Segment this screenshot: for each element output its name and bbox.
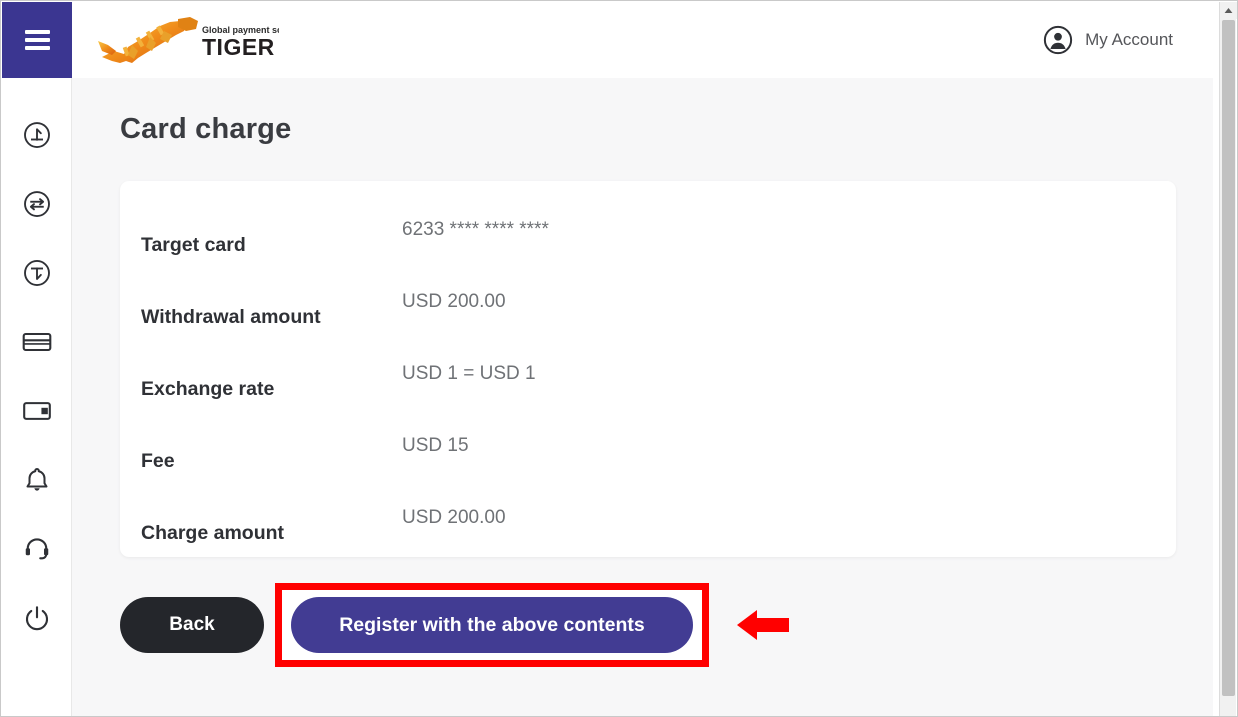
my-account-button[interactable]: My Account <box>1043 25 1173 55</box>
table-row: Charge amount USD 200.00 <box>120 497 1176 569</box>
user-circle-icon <box>1044 25 1073 55</box>
detail-value: USD 15 <box>402 435 469 456</box>
sidebar-nav <box>2 78 72 716</box>
tiger-pay-logo[interactable]: Global payment solution TIGER PAY <box>94 11 279 69</box>
sidebar-item-support[interactable] <box>20 532 54 566</box>
deposit-circle-arrow-up-icon <box>23 122 50 148</box>
detail-value: 6233 **** **** **** <box>402 219 549 240</box>
headset-icon <box>25 538 48 560</box>
left-arrow-annotation-icon <box>737 610 789 640</box>
sidebar-item-card[interactable] <box>20 325 54 359</box>
table-row: Exchange rate USD 1 = USD 1 <box>120 353 1176 425</box>
credit-card-icon <box>22 332 51 352</box>
sidebar-item-logout[interactable] <box>20 601 54 635</box>
table-row: Target card 6233 **** **** **** <box>120 209 1176 281</box>
app-window: Global payment solution TIGER PAY My Acc… <box>0 0 1238 717</box>
table-row: Withdrawal amount USD 200.00 <box>120 281 1176 353</box>
sidebar-item-exchange[interactable] <box>20 187 54 221</box>
charge-details-card: Target card 6233 **** **** **** Withdraw… <box>120 181 1176 557</box>
scroll-up-arrow-glyph <box>1224 8 1233 13</box>
logo-brand: TIGER PAY <box>202 34 279 60</box>
hamburger-bar <box>24 46 50 50</box>
table-row: Fee USD 15 <box>120 425 1176 497</box>
app-header: Global payment solution TIGER PAY My Acc… <box>2 2 1213 78</box>
hamburger-bar <box>24 38 50 42</box>
exchange-circle-arrows-icon <box>23 191 50 217</box>
scroll-up-arrow-icon[interactable] <box>1220 2 1237 19</box>
annotation-highlight-box: Register with the above contents <box>275 583 709 667</box>
page-title: Card charge <box>120 113 292 145</box>
detail-value: USD 1 = USD 1 <box>402 363 536 384</box>
scrollbar-thumb[interactable] <box>1222 20 1235 696</box>
detail-label: Exchange rate <box>141 377 275 400</box>
detail-value: USD 200.00 <box>402 291 506 312</box>
action-buttons: Back Register with the above contents <box>120 583 789 667</box>
sidebar-item-withdraw[interactable] <box>20 256 54 290</box>
detail-label: Withdrawal amount <box>141 305 321 328</box>
bell-icon <box>26 468 47 491</box>
logo-graphic: Global payment solution TIGER PAY <box>98 17 279 63</box>
power-icon <box>25 606 48 631</box>
wallet-icon <box>22 402 51 420</box>
tiger-tail <box>98 41 116 55</box>
tiger-body <box>102 21 186 63</box>
withdraw-circle-arrow-down-icon <box>23 260 50 286</box>
back-button[interactable]: Back <box>120 597 264 653</box>
hamburger-bar <box>24 30 50 34</box>
vertical-scrollbar[interactable] <box>1219 2 1237 716</box>
annotation-arrow <box>737 606 789 644</box>
sidebar-item-notifications[interactable] <box>20 463 54 497</box>
detail-label: Charge amount <box>141 521 285 544</box>
hamburger-menu-icon[interactable] <box>2 2 72 78</box>
sidebar-item-deposit[interactable] <box>20 118 54 152</box>
sidebar-item-wallet[interactable] <box>20 394 54 428</box>
detail-label: Target card <box>141 233 246 256</box>
detail-value: USD 200.00 <box>402 507 506 528</box>
register-button[interactable]: Register with the above contents <box>291 597 693 653</box>
main-content: Card charge Target card 6233 **** **** *… <box>72 78 1213 716</box>
detail-label: Fee <box>141 449 175 472</box>
my-account-label: My Account <box>1085 30 1173 49</box>
